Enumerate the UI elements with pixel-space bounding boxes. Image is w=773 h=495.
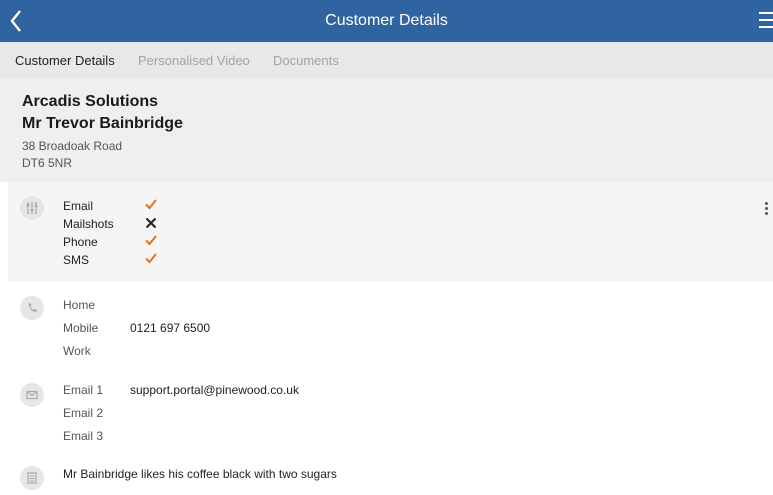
envelope-icon [20,383,44,407]
title-bar: Customer Details [0,0,773,42]
check-icon [145,235,157,246]
notepad-icon [20,466,44,490]
company-name: Arcadis Solutions [22,93,159,110]
cross-icon [145,217,157,229]
address-line: 38 Broadoak Road [22,139,123,153]
customer-note: Mr Bainbridge likes his coffee black wit… [63,467,337,481]
phone-label-mobile: Mobile [63,321,99,335]
check-icon [145,199,157,210]
email-label-2: Email 2 [63,406,104,420]
tab-documents[interactable]: Documents [273,42,339,79]
hamburger-menu-button[interactable] [759,12,773,30]
tab-bar: Customer Details Personalised Video Docu… [0,42,773,79]
postcode: DT6 5NR [22,156,73,170]
hamburger-menu-icon [759,12,773,14]
pref-label-phone: Phone [63,235,98,249]
tab-personalised-video[interactable]: Personalised Video [138,42,250,79]
contact-preferences: Email Mailshots Phone SMS [8,182,773,282]
pref-label-email: Email [63,199,94,213]
tab-customer-details[interactable]: Customer Details [15,42,115,79]
phone-value-mobile[interactable]: 0121 697 6500 [130,321,210,335]
kebab-menu-icon [764,202,768,205]
email-label-3: Email 3 [63,429,104,443]
customer-name: Mr Trevor Bainbridge [22,115,183,132]
page-title: Customer Details [325,12,448,29]
more-options-button[interactable] [763,202,769,218]
phone-label-work: Work [63,344,91,358]
sliders-icon [20,196,44,220]
phone-label-home: Home [63,298,96,312]
pref-label-mailshots: Mailshots [63,217,114,231]
check-icon [145,253,157,264]
email-label-1: Email 1 [63,383,104,397]
customer-header: Arcadis Solutions Mr Trevor Bainbridge 3… [0,79,773,182]
email-value-1[interactable]: support.portal@pinewood.co.uk [130,383,299,397]
pref-label-sms: SMS [63,253,90,267]
phone-icon [20,296,44,320]
